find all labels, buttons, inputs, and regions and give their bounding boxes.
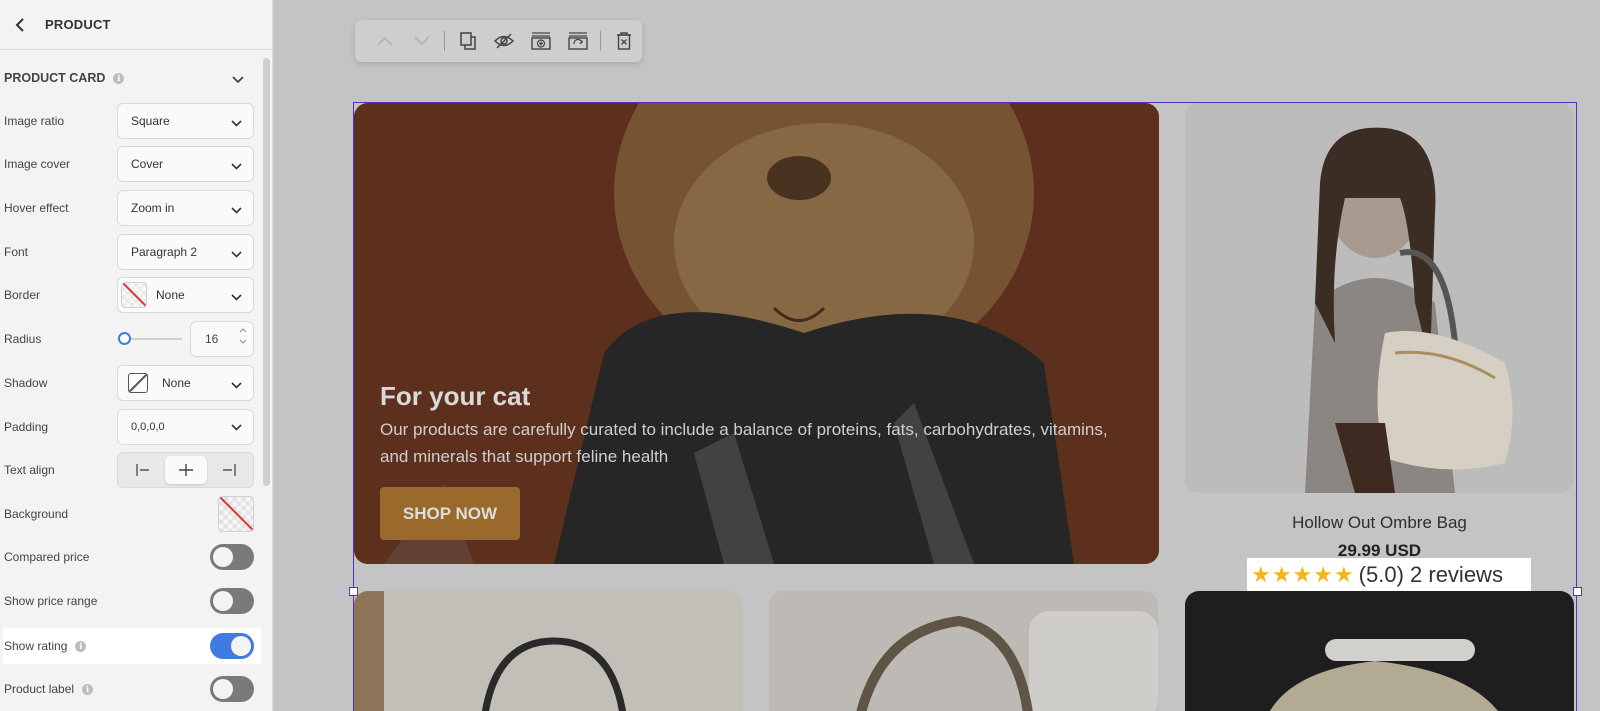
sidebar-header: PRODUCT xyxy=(0,0,272,50)
align-right-icon[interactable] xyxy=(208,456,250,484)
radius-value: 16 xyxy=(205,332,219,346)
background-label: Background xyxy=(4,507,69,521)
shadow-select[interactable]: None xyxy=(117,365,254,401)
resize-handle[interactable] xyxy=(349,587,358,596)
show-rating-text: Show rating xyxy=(4,639,68,653)
hover-effect-select[interactable]: Zoom in xyxy=(117,190,254,226)
back-arrow-icon[interactable] xyxy=(12,17,28,33)
image-cover-row: Image cover Cover xyxy=(0,146,258,182)
section-header-product-card[interactable]: PRODUCT CARD i xyxy=(4,68,254,88)
chevron-down-icon xyxy=(231,290,242,304)
settings-sidebar: PRODUCT PRODUCT CARD i Image ratio Squar… xyxy=(0,0,273,711)
padding-value: 0,0,0,0 xyxy=(131,421,165,433)
show-rating-label: Show rating i xyxy=(4,639,87,653)
shadow-row: Shadow None xyxy=(0,365,258,401)
step-down-icon xyxy=(239,339,247,344)
step-up-icon xyxy=(239,328,247,333)
image-ratio-select[interactable]: Square xyxy=(117,103,254,139)
chevron-down-icon xyxy=(231,422,242,434)
no-color-swatch-icon xyxy=(121,282,147,308)
text-align-group xyxy=(117,452,254,488)
padding-row: Padding 0,0,0,0 xyxy=(0,409,258,445)
show-rating-toggle[interactable] xyxy=(210,633,254,659)
padding-label: Padding xyxy=(4,420,49,434)
compared-price-row: Compared price xyxy=(0,539,258,575)
align-left-icon[interactable] xyxy=(122,456,164,484)
chevron-down-icon xyxy=(231,378,242,392)
radius-row: Radius 16 xyxy=(0,321,258,357)
image-ratio-value: Square xyxy=(131,114,170,128)
info-icon[interactable]: i xyxy=(113,72,125,84)
text-align-row: Text align xyxy=(0,452,258,488)
stepper-arrows[interactable] xyxy=(239,328,247,344)
sidebar-title: PRODUCT xyxy=(45,17,111,32)
sidebar-scrollbar[interactable] xyxy=(263,58,270,486)
radius-slider-handle[interactable] xyxy=(118,332,131,345)
replace-icon[interactable] xyxy=(560,25,597,57)
compared-price-label: Compared price xyxy=(4,550,90,564)
no-shadow-icon xyxy=(128,373,148,393)
chevron-down-icon xyxy=(231,159,242,173)
border-value: None xyxy=(156,288,185,302)
show-price-range-toggle[interactable] xyxy=(210,588,254,614)
border-label: Border xyxy=(4,288,41,302)
delete-icon[interactable] xyxy=(605,25,642,57)
toolbar-divider xyxy=(600,31,602,51)
chevron-down-icon[interactable] xyxy=(404,25,441,57)
product-label-label: Product label i xyxy=(4,682,94,696)
image-ratio-row: Image ratio Square xyxy=(0,103,258,139)
section-title: PRODUCT CARD xyxy=(4,71,106,85)
hover-effect-label: Hover effect xyxy=(4,201,69,215)
background-color-swatch[interactable] xyxy=(218,496,254,532)
duplicate-icon[interactable] xyxy=(449,25,486,57)
show-price-range-row: Show price range xyxy=(0,583,258,619)
chevron-down-icon xyxy=(231,247,242,261)
show-price-range-label: Show price range xyxy=(4,594,98,608)
show-rating-row: Show rating i xyxy=(3,628,261,664)
product-label-toggle[interactable] xyxy=(210,676,254,702)
info-icon[interactable]: i xyxy=(82,683,94,695)
border-select[interactable]: None xyxy=(117,277,254,313)
image-cover-value: Cover xyxy=(131,157,164,171)
shadow-label: Shadow xyxy=(4,376,48,390)
text-align-label: Text align xyxy=(4,463,55,477)
selection-frame xyxy=(353,102,1577,711)
hide-icon[interactable] xyxy=(486,25,523,57)
add-section-icon[interactable] xyxy=(523,25,560,57)
image-cover-label: Image cover xyxy=(4,157,71,171)
chevron-down-icon xyxy=(231,203,242,217)
chevron-down-icon xyxy=(231,116,242,130)
resize-handle[interactable] xyxy=(1573,587,1582,596)
compared-price-toggle[interactable] xyxy=(210,544,254,570)
border-row: Border None xyxy=(0,277,258,313)
background-row: Background xyxy=(0,496,258,532)
product-label-text: Product label xyxy=(4,682,75,696)
shadow-value: None xyxy=(162,376,191,390)
font-value: Paragraph 2 xyxy=(131,245,198,259)
info-icon[interactable]: i xyxy=(75,640,87,652)
chevron-up-icon[interactable] xyxy=(367,25,404,57)
hover-effect-row: Hover effect Zoom in xyxy=(0,190,258,226)
radius-number-input[interactable]: 16 xyxy=(190,321,254,357)
font-label: Font xyxy=(4,245,29,259)
radius-label: Radius xyxy=(4,332,42,346)
product-label-row: Product label i xyxy=(0,671,258,707)
image-ratio-label: Image ratio xyxy=(4,114,65,128)
element-toolbar xyxy=(355,20,642,62)
font-row: Font Paragraph 2 xyxy=(0,234,258,270)
font-select[interactable]: Paragraph 2 xyxy=(117,234,254,270)
hover-effect-value: Zoom in xyxy=(131,201,175,215)
align-center-icon[interactable] xyxy=(164,456,207,484)
padding-select[interactable]: 0,0,0,0 xyxy=(117,409,254,445)
image-cover-select[interactable]: Cover xyxy=(117,146,254,182)
toolbar-divider xyxy=(444,31,446,51)
radius-slider-track[interactable] xyxy=(122,338,182,340)
chevron-down-icon[interactable] xyxy=(232,71,244,89)
